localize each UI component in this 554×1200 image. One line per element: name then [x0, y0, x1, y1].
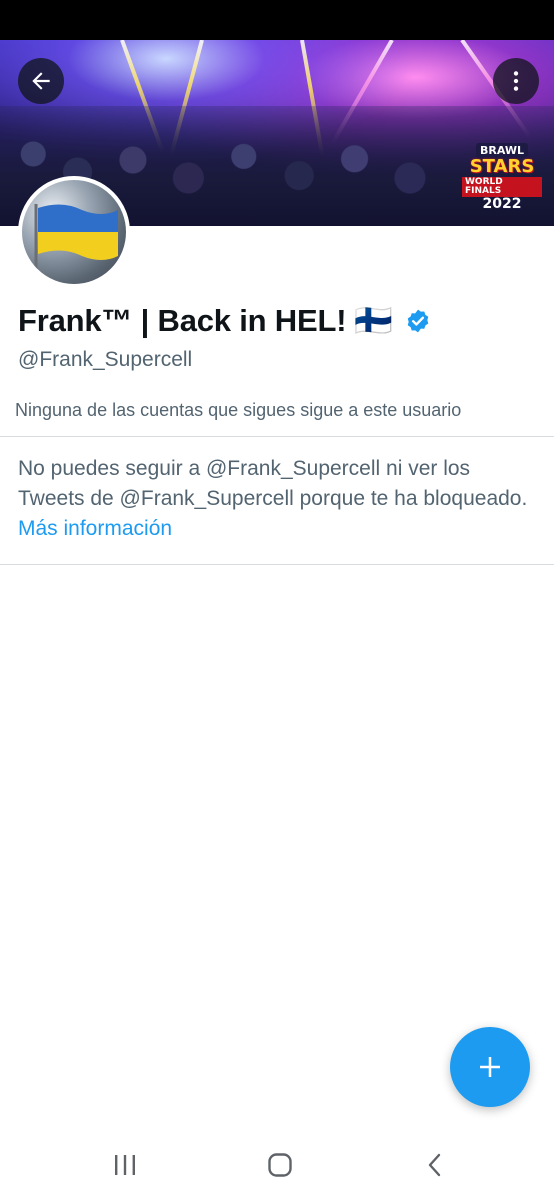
status-bar [0, 0, 554, 40]
brawl-stars-logo: BRAWL STARS WORLD FINALS 2022 [462, 136, 542, 218]
avatar[interactable] [18, 176, 130, 288]
nav-back-button[interactable] [415, 1150, 455, 1180]
user-handle: @Frank_Supercell [18, 348, 193, 371]
more-vertical-icon [513, 71, 519, 91]
display-name: Frank™ | Back in HEL! 🇫🇮 [18, 302, 431, 339]
recents-icon [115, 1155, 135, 1175]
learn-more-link[interactable]: Más información [18, 517, 172, 540]
nav-recents-button[interactable] [105, 1150, 145, 1180]
android-nav-bar [0, 1130, 554, 1200]
divider [0, 436, 554, 437]
more-options-button[interactable] [493, 58, 539, 104]
flag-emoji: 🇫🇮 [354, 303, 393, 339]
divider [0, 564, 554, 565]
blocked-message: No puedes seguir a @Frank_Supercell ni v… [18, 454, 538, 544]
compose-tweet-button[interactable] [450, 1027, 530, 1107]
back-button[interactable] [18, 58, 64, 104]
display-name-text: Frank™ | Back in HEL! [18, 302, 347, 338]
back-chevron-icon [428, 1153, 441, 1177]
home-icon [268, 1153, 292, 1177]
verified-badge-icon[interactable] [405, 308, 431, 334]
ukraine-flag-avatar-image [34, 204, 118, 276]
arrow-left-icon [32, 72, 50, 90]
nav-home-button[interactable] [260, 1150, 300, 1180]
plus-icon [480, 1057, 500, 1077]
followers-you-know-note: Ninguna de las cuentas que sigues sigue … [15, 400, 462, 420]
blocked-message-text: No puedes seguir a @Frank_Supercell ni v… [18, 457, 528, 510]
